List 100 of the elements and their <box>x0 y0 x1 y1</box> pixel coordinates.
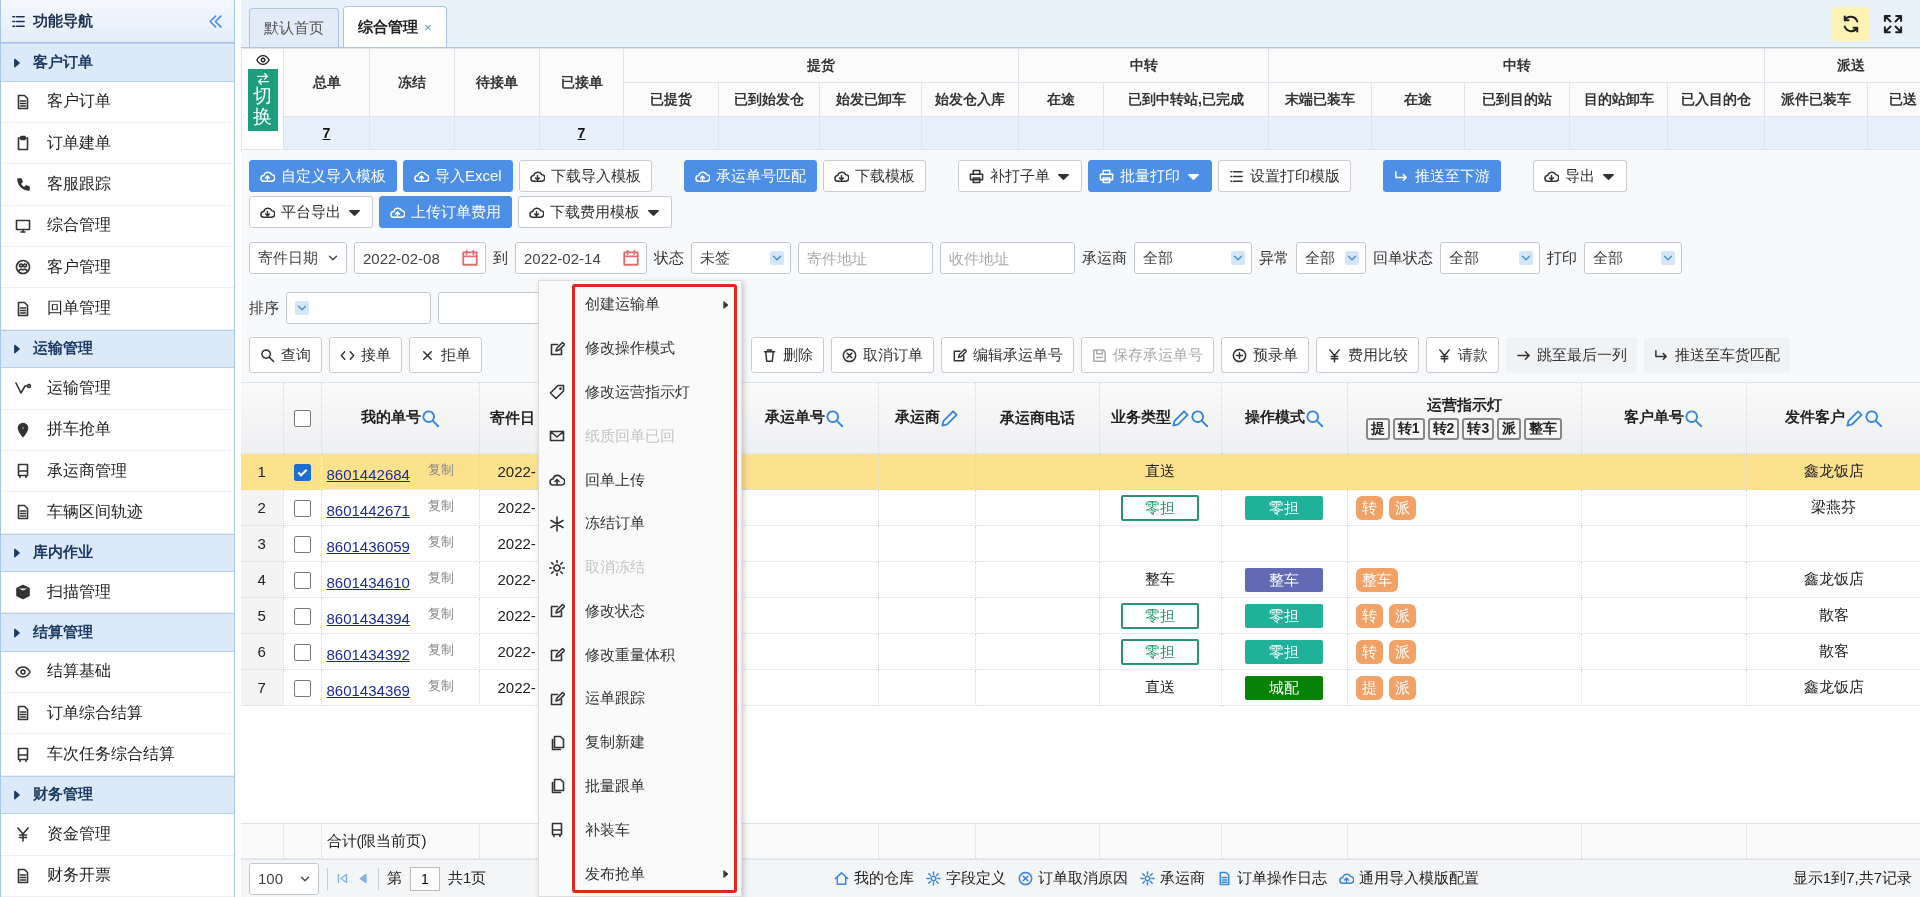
row-checkbox[interactable] <box>293 463 311 481</box>
footer-link[interactable]: 订单取消原因 <box>1018 869 1129 888</box>
date-type-select[interactable]: 寄件日期 <box>249 242 347 274</box>
sidebar-item[interactable]: 运输管理 <box>1 368 234 410</box>
toolbar-button[interactable]: 下载费用模板 <box>518 196 672 228</box>
tab-close-button[interactable]: × <box>424 19 432 35</box>
sidebar-item[interactable]: 订单综合结算 <box>1 693 234 735</box>
row-checkbox[interactable] <box>293 643 311 661</box>
row-number: 5 <box>257 607 266 624</box>
sidebar-item[interactable]: 承运商管理 <box>1 450 234 493</box>
copy-link[interactable]: 复制 <box>427 605 454 621</box>
sidebar-item[interactable]: 订单建单 <box>1 123 234 165</box>
forward-icon <box>1654 347 1669 363</box>
filter-label: 回单状态 <box>1373 248 1433 268</box>
exception-select[interactable]: 全部 <box>1296 242 1366 274</box>
order-link[interactable]: 8601442671 <box>326 501 410 519</box>
sidebar-group-header[interactable]: 运输管理 <box>1 329 234 369</box>
sidebar-item[interactable]: 拼车抢单 <box>1 409 234 451</box>
list-icon <box>11 13 26 29</box>
date-field[interactable]: 2022-02-14 <box>515 242 647 274</box>
receipt-status-select[interactable]: 全部 <box>1440 242 1540 274</box>
status-select[interactable]: 未签 <box>691 242 791 274</box>
sidebar-item[interactable]: 客户订单 <box>1 81 234 124</box>
sidebar-item[interactable]: 财务开票 <box>1 855 234 897</box>
toolbar-button[interactable]: 导出 <box>1532 160 1627 192</box>
toolbar-button[interactable]: 补打子单 <box>957 160 1082 192</box>
action-button[interactable]: 推送至车货匹配 <box>1644 337 1790 373</box>
menu-item[interactable]: 发布抢单 <box>539 852 741 896</box>
menu-item[interactable]: 复制新建 <box>539 720 741 765</box>
sender-address-field[interactable]: 寄件地址 <box>798 242 933 274</box>
copy-link[interactable]: 复制 <box>427 641 454 657</box>
edit-icon <box>952 347 967 363</box>
submenu-arrow-icon <box>721 298 731 311</box>
sidebar-group-header[interactable]: 客户订单 <box>1 43 234 82</box>
page-number-field[interactable]: 1 <box>410 866 440 891</box>
sidebar-item[interactable]: 综合管理 <box>1 205 234 248</box>
row-checkbox[interactable] <box>293 679 311 697</box>
row-checkbox[interactable] <box>293 499 311 517</box>
menu-item[interactable]: 修改操作模式 <box>539 326 741 371</box>
select-all-checkbox[interactable] <box>293 410 311 428</box>
order-link[interactable]: 8601436059 <box>326 537 410 555</box>
copy-link[interactable]: 复制 <box>427 497 454 513</box>
footer-link[interactable]: 承运商 <box>1140 869 1206 888</box>
sidebar-item[interactable]: 结算基础 <box>1 651 234 694</box>
order-link[interactable]: 8601442684 <box>326 465 410 483</box>
copy-link[interactable]: 复制 <box>427 533 454 549</box>
action-button[interactable]: 取消订单 <box>831 337 934 373</box>
footer-link[interactable]: 通用导入模版配置 <box>1339 869 1480 888</box>
date-field[interactable]: 2022-02-08 <box>354 242 486 274</box>
count-link[interactable]: 7 <box>322 125 331 141</box>
action-button[interactable]: 跳至最后一列 <box>1506 337 1637 373</box>
footer-link[interactable]: 我的仓库 <box>834 869 915 888</box>
print-select[interactable]: 全部 <box>1584 242 1682 274</box>
count-link[interactable]: 7 <box>577 125 586 141</box>
tab[interactable]: 综合管理 × <box>343 6 447 47</box>
action-button[interactable]: 接单 <box>329 337 402 373</box>
copy-link[interactable]: 复制 <box>427 677 454 693</box>
footer-link[interactable]: 字段定义 <box>926 869 1007 888</box>
carrier-select[interactable]: 全部 <box>1134 242 1252 274</box>
sidebar-item[interactable]: 车次任务综合结算 <box>1 734 234 776</box>
copy-link[interactable]: 复制 <box>427 569 454 585</box>
menu-item[interactable]: 补装车 <box>539 808 741 853</box>
page-size-select[interactable]: 100 <box>249 862 319 895</box>
table-cell: 散客 <box>1818 606 1849 623</box>
order-link[interactable]: 8601434392 <box>326 645 410 663</box>
sidebar-group-header[interactable]: 结算管理 <box>1 613 234 652</box>
toolbar-button[interactable]: 下载导入模板 <box>518 160 652 192</box>
row-checkbox[interactable] <box>293 607 311 625</box>
toolbar-button[interactable]: 下载模板 <box>822 160 926 192</box>
column-header: 始发已卸车 <box>835 90 906 107</box>
menu-item[interactable]: 批量跟单 <box>539 764 741 809</box>
receiver-address-field[interactable]: 收件地址 <box>940 242 1075 274</box>
refresh-button[interactable] <box>1832 6 1870 41</box>
toolbar-button[interactable]: 平台导出 <box>249 196 373 228</box>
toolbar-button[interactable]: 设置打印模版 <box>1217 160 1351 192</box>
type-tag: 零担 <box>1121 602 1199 629</box>
action-button[interactable]: 预录单 <box>1221 337 1309 373</box>
action-button[interactable]: 费用比较 <box>1316 337 1419 373</box>
sidebar-item[interactable]: 客服跟踪 <box>1 164 234 206</box>
sidebar-group-header[interactable]: 财务管理 <box>1 775 234 815</box>
footer-link[interactable]: 订单操作日志 <box>1217 869 1328 888</box>
action-button[interactable]: 拒单 <box>409 337 482 373</box>
order-link[interactable]: 8601434610 <box>326 573 410 591</box>
sidebar-item[interactable]: 客户管理 <box>1 247 234 289</box>
tab[interactable]: 默认首页 <box>249 8 339 47</box>
sidebar-item[interactable]: 车辆区间轨迹 <box>1 492 234 534</box>
action-button[interactable]: 请款 <box>1426 337 1499 373</box>
action-button[interactable]: 查询 <box>249 337 322 373</box>
row-checkbox[interactable] <box>293 571 311 589</box>
order-link[interactable]: 8601434394 <box>326 609 410 627</box>
light-badge: 派 <box>1388 603 1416 628</box>
menu-item[interactable]: 修改运营指示灯 <box>539 370 741 415</box>
row-checkbox[interactable] <box>293 535 311 553</box>
action-button[interactable]: 删除 <box>751 337 824 373</box>
order-link[interactable]: 8601434369 <box>326 681 410 699</box>
sidebar-group-header[interactable]: 库内作业 <box>1 533 234 572</box>
sidebar-item[interactable]: 资金管理 <box>1 814 234 856</box>
sidebar-item[interactable]: 回单管理 <box>1 288 234 330</box>
menu-item[interactable]: 创建运输单 <box>539 283 741 327</box>
action-button[interactable]: 编辑承运单号 <box>941 337 1074 373</box>
